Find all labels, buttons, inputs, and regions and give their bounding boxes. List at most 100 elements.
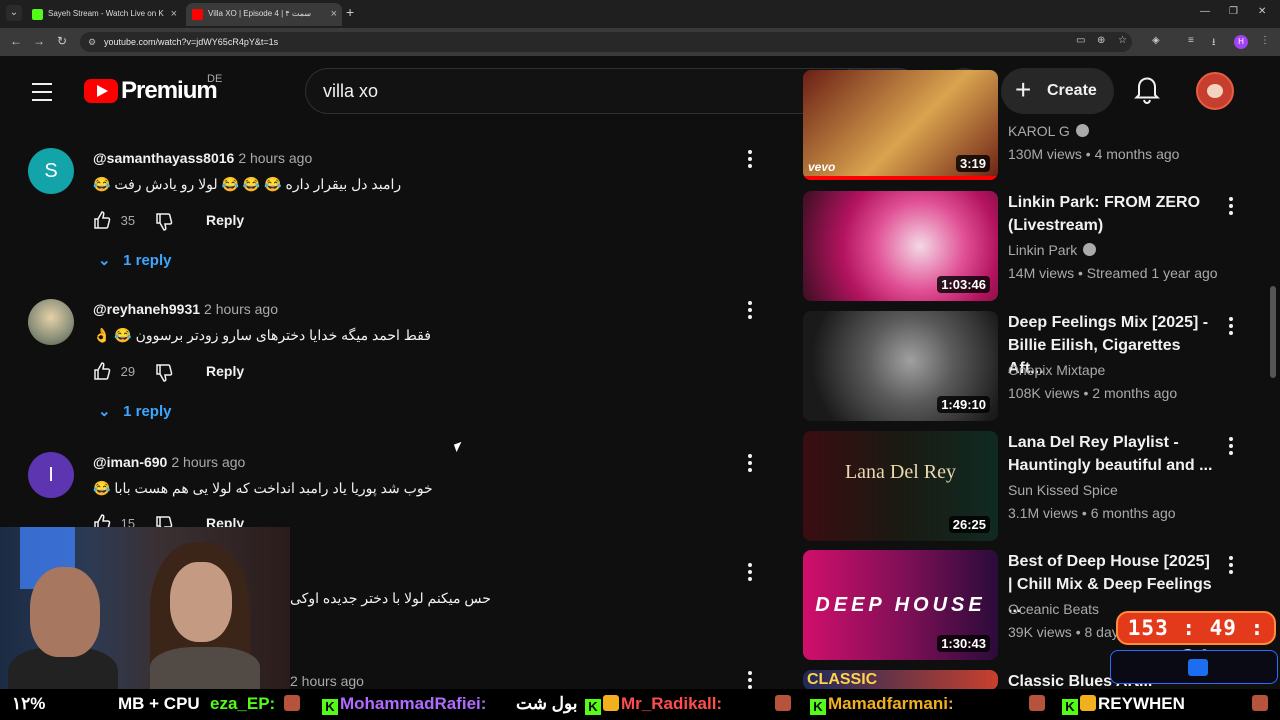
browser-profile-avatar[interactable]: H	[1234, 35, 1248, 49]
back-icon[interactable]: ←	[10, 34, 22, 48]
ticker-user: K Mamadfarmani:	[810, 689, 954, 719]
comment-text: خوب شد پوریا یاد رامبد انداخت که لولا یی…	[93, 480, 433, 496]
video-thumbnail[interactable]: 1:49:10	[803, 311, 998, 421]
vevo-logo-icon: vevo	[808, 160, 836, 174]
video-thumbnail[interactable]: 1:03:46	[803, 191, 998, 301]
video-thumbnail[interactable]: Lana Del Rey 26:25	[803, 431, 998, 541]
ticker-message: بول شت	[516, 694, 578, 713]
comment-time[interactable]: 2 hours ago	[204, 301, 278, 317]
verified-icon	[1083, 243, 1097, 256]
thumbs-up-icon[interactable]	[93, 211, 111, 229]
video-channel[interactable]: Oceanic Beats	[1008, 601, 1099, 617]
maximize-icon[interactable]: ❐	[1229, 6, 1238, 17]
cast-icon[interactable]: ▭	[1076, 35, 1085, 46]
video-duration: 1:30:43	[937, 635, 990, 652]
thumbs-up-icon[interactable]	[93, 362, 111, 380]
comment-time[interactable]: 2 hours ago	[238, 150, 312, 166]
tab-close-icon[interactable]: ×	[331, 3, 337, 25]
ticker-item: ١٢%	[12, 694, 46, 713]
comment-action-menu-icon[interactable]	[748, 454, 754, 475]
stream-subathon-timer: 153 : 49 : 34	[1116, 611, 1276, 670]
recommended-video[interactable]: Lana Del Rey 26:25 Lana Del Rey Playlist…	[803, 431, 1233, 541]
ticker-badge	[775, 689, 793, 719]
video-duration: 1:03:46	[937, 276, 990, 293]
video-thumbnail[interactable]: CLASSIC	[803, 670, 998, 690]
stream-widget	[1110, 650, 1278, 684]
video-title[interactable]: Lana Del Rey Playlist - Hauntingly beaut…	[1008, 431, 1218, 477]
crown-badge-icon	[603, 695, 619, 711]
browser-menu-icon[interactable]: ⋮	[1260, 35, 1270, 46]
recommended-video[interactable]: 1:49:10 Deep Feelings Mix [2025] - Billi…	[803, 311, 1233, 421]
video-meta: 3.1M views • 6 months ago	[1008, 505, 1176, 521]
ticker-user: K REYWHEN	[1062, 689, 1185, 719]
video-meta: 130M views • 4 months ago	[1008, 146, 1180, 162]
thumbs-down-icon[interactable]	[155, 364, 173, 382]
extensions-icon[interactable]: ◈	[1152, 35, 1160, 46]
reply-button[interactable]: Reply	[206, 363, 244, 379]
recommended-video[interactable]: vevo 3:19 KAROL G 130M views • 4 months …	[803, 70, 1233, 180]
video-meta: 14M views • Streamed 1 year ago	[1008, 265, 1218, 281]
reply-button[interactable]: Reply	[206, 212, 244, 228]
comment-time[interactable]: 2 hours ago	[290, 673, 364, 689]
thumbnail-text: CLASSIC	[807, 671, 878, 688]
video-channel[interactable]: Sun Kissed Spice	[1008, 482, 1118, 498]
forward-icon[interactable]: →	[33, 34, 45, 48]
video-channel[interactable]: Onepix Mixtape	[1008, 362, 1105, 378]
ticker-badge	[1029, 689, 1047, 719]
tab-close-icon[interactable]: ×	[171, 3, 177, 25]
window-close-icon[interactable]: ✕	[1258, 6, 1266, 17]
comment-text: حس میکنم لولا با دختر جدیده اوکی	[290, 590, 491, 606]
hamburger-menu-icon[interactable]	[32, 83, 52, 107]
comment-author[interactable]: @samanthayass8016 2 hours ago	[93, 150, 312, 166]
tab-search-button[interactable]: ⌄	[6, 5, 22, 21]
minimize-icon[interactable]: —	[1200, 6, 1210, 17]
comment-action-menu-icon[interactable]	[748, 150, 754, 171]
thumbs-down-icon[interactable]	[155, 213, 173, 231]
address-bar[interactable]: ⚙ youtube.com/watch?v=jdWY65cR4pY&t=1s	[80, 32, 1132, 52]
view-replies-button[interactable]: ⌄ 1 reply	[98, 251, 171, 269]
browser-tab[interactable]: Sayeh Stream - Watch Live on K ×	[26, 3, 182, 26]
video-action-menu-icon[interactable]	[1229, 197, 1233, 218]
comment-actions: 29	[93, 362, 173, 382]
verified-icon	[1075, 124, 1089, 137]
kick-favicon-icon	[32, 9, 43, 20]
comment-action-menu-icon[interactable]	[748, 301, 754, 322]
reading-list-icon[interactable]: ≡	[1188, 35, 1194, 46]
streamer-webcam	[0, 527, 290, 689]
view-replies-button[interactable]: ⌄ 1 reply	[98, 402, 171, 420]
video-channel[interactable]: KAROL G	[1008, 123, 1089, 139]
commenter-avatar[interactable]: S	[28, 148, 74, 194]
download-icon[interactable]: ⭳	[1212, 35, 1216, 52]
youtube-logo-icon[interactable]	[84, 79, 118, 103]
comment-time[interactable]: 2 hours ago	[171, 454, 245, 470]
comment-text: فقط احمد میگه خدایا دخترهای سارو زودتر ب…	[93, 327, 431, 343]
video-action-menu-icon[interactable]	[1229, 556, 1233, 577]
video-thumbnail[interactable]: DEEP HOUSE 1:30:43	[803, 550, 998, 660]
comment-author[interactable]: @reyhaneh9931 2 hours ago	[93, 301, 278, 317]
recommended-video[interactable]: 1:03:46 Linkin Park: FROM ZERO (Livestre…	[803, 191, 1233, 301]
reload-icon[interactable]: ↻	[57, 34, 67, 48]
comment-author[interactable]: @iman-690 2 hours ago	[93, 454, 245, 470]
video-action-menu-icon[interactable]	[1229, 317, 1233, 338]
video-channel[interactable]: Linkin Park	[1008, 242, 1097, 258]
bookmark-star-icon[interactable]: ☆	[1118, 35, 1127, 46]
like-count: 35	[120, 213, 136, 228]
new-tab-icon[interactable]: +	[346, 4, 354, 20]
zoom-icon[interactable]: ⊕	[1097, 35, 1105, 46]
commenter-avatar[interactable]	[28, 299, 74, 345]
kick-badge-icon: K	[585, 699, 601, 715]
youtube-premium-wordmark[interactable]: Premium	[121, 77, 218, 105]
watch-progress-bar	[803, 176, 998, 180]
page-scrollbar[interactable]	[1270, 286, 1276, 378]
video-action-menu-icon[interactable]	[1229, 437, 1233, 458]
comment-action-menu-icon[interactable]	[748, 563, 754, 584]
ticker-item: MB + CPU	[118, 694, 200, 713]
kick-badge-icon: K	[810, 699, 826, 715]
video-thumbnail[interactable]: vevo 3:19	[803, 70, 998, 180]
search-input[interactable]: villa xo	[323, 81, 378, 102]
search-box[interactable]	[305, 68, 849, 114]
site-info-icon[interactable]: ⚙	[88, 32, 96, 52]
commenter-avatar[interactable]: I	[28, 452, 74, 498]
browser-tab-active[interactable]: Villa XO | Episode 4 | سمت ۴ ×	[186, 3, 342, 26]
video-title[interactable]: Linkin Park: FROM ZERO (Livestream)	[1008, 191, 1218, 237]
